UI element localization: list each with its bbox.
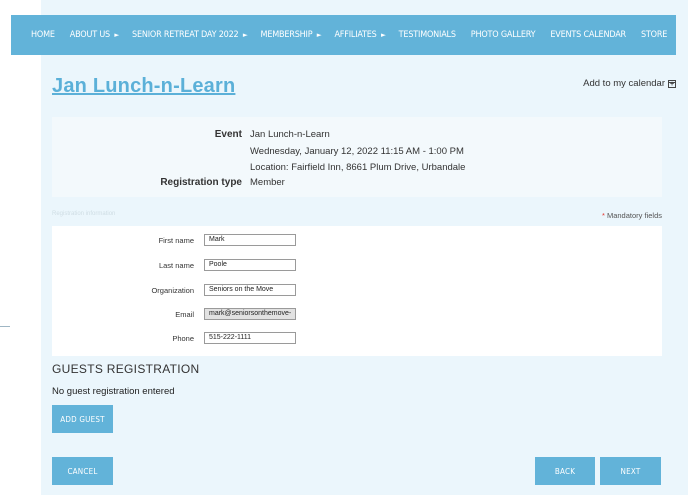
nav-item-membership[interactable]: MEMBERSHIP ► [261, 30, 322, 40]
form-section-label: Registration information [52, 211, 116, 217]
nav-label: HOME [31, 30, 55, 40]
nav-label: PHOTO GALLERY [470, 30, 536, 40]
required-star-icon: * [601, 211, 605, 220]
organization-field[interactable]: Seniors on the Move [204, 284, 296, 296]
nav-item-home[interactable]: HOME [31, 30, 57, 40]
organization-label: Organization [151, 286, 194, 295]
back-button[interactable]: BACK [535, 457, 595, 485]
nav-item-about-us[interactable]: ABOUT US ► [70, 30, 119, 40]
form-section-header: Registration information * Mandatory fie… [52, 208, 662, 227]
email-field[interactable]: mark@seniorsonthemove- [204, 308, 296, 320]
nav-label: ABOUT US [69, 30, 110, 40]
last-name-label: Last name [158, 261, 194, 270]
phone-field[interactable]: 515-222-1111 [204, 332, 296, 344]
nav-label: TESTIMONIALS [398, 30, 456, 40]
nav-item-senior-retreat-day[interactable]: SENIOR RETREAT DAY 2022 ► [132, 30, 248, 40]
registration-type-value: Member [250, 177, 285, 188]
registration-form: First name Mark Last name Poole Organiza… [52, 226, 662, 356]
nav-item-testimonials[interactable]: TESTIMONIALS [399, 30, 458, 40]
next-button[interactable]: NEXT [600, 457, 661, 485]
arrow-right-icon: ► [316, 31, 322, 39]
no-guest-text: No guest registration entered [52, 386, 175, 397]
guests-registration-heading: GUESTS REGISTRATION [52, 362, 200, 376]
event-location: Location: Fairfield Inn, 8661 Plum Drive… [250, 162, 466, 173]
arrow-right-icon: ► [114, 31, 120, 39]
first-name-field[interactable]: Mark [204, 234, 296, 246]
nav-label: SENIOR RETREAT DAY 2022 [132, 30, 239, 40]
nav-label: STORE [640, 30, 668, 40]
email-label: Email [175, 310, 194, 319]
nav-label: AFFILIATES [334, 30, 377, 40]
title-row: Jan Lunch-n-Learn [52, 75, 235, 98]
event-info-box: Event Jan Lunch-n-Learn Wednesday, Janua… [52, 117, 662, 197]
mandatory-text: Mandatory fields [606, 211, 662, 220]
nav-item-affiliates[interactable]: AFFILIATES ► [334, 30, 385, 40]
nav-label: EVENTS CALENDAR [550, 30, 626, 40]
arrow-right-icon: ► [242, 31, 248, 39]
main-nav: HOME ABOUT US ► SENIOR RETREAT DAY 2022 … [11, 15, 676, 55]
event-name: Jan Lunch-n-Learn [250, 129, 330, 140]
arrow-right-icon: ► [381, 31, 386, 39]
page-title[interactable]: Jan Lunch-n-Learn [52, 75, 235, 97]
nav-item-store[interactable]: STORE [641, 30, 669, 40]
mandatory-note: * Mandatory fields [602, 211, 662, 220]
nav-item-events-calendar[interactable]: EVENTS CALENDAR [550, 30, 628, 40]
event-datetime: Wednesday, January 12, 2022 11:15 AM - 1… [250, 146, 464, 157]
event-label: Event [214, 129, 242, 140]
last-name-field[interactable]: Poole [204, 259, 296, 271]
calendar-add-icon [668, 79, 676, 88]
cancel-button[interactable]: CANCEL [52, 457, 113, 485]
left-divider [0, 300, 10, 327]
phone-label: Phone [172, 334, 194, 343]
add-to-calendar-label: Add to my calendar [583, 78, 665, 89]
add-guest-button[interactable]: ADD GUEST [52, 405, 113, 433]
nav-item-photo-gallery[interactable]: PHOTO GALLERY [471, 30, 538, 40]
registration-type-label: Registration type [160, 177, 242, 188]
nav-label: MEMBERSHIP [260, 30, 313, 40]
first-name-label: First name [158, 236, 194, 245]
add-to-calendar-link[interactable]: Add to my calendar [583, 78, 676, 89]
